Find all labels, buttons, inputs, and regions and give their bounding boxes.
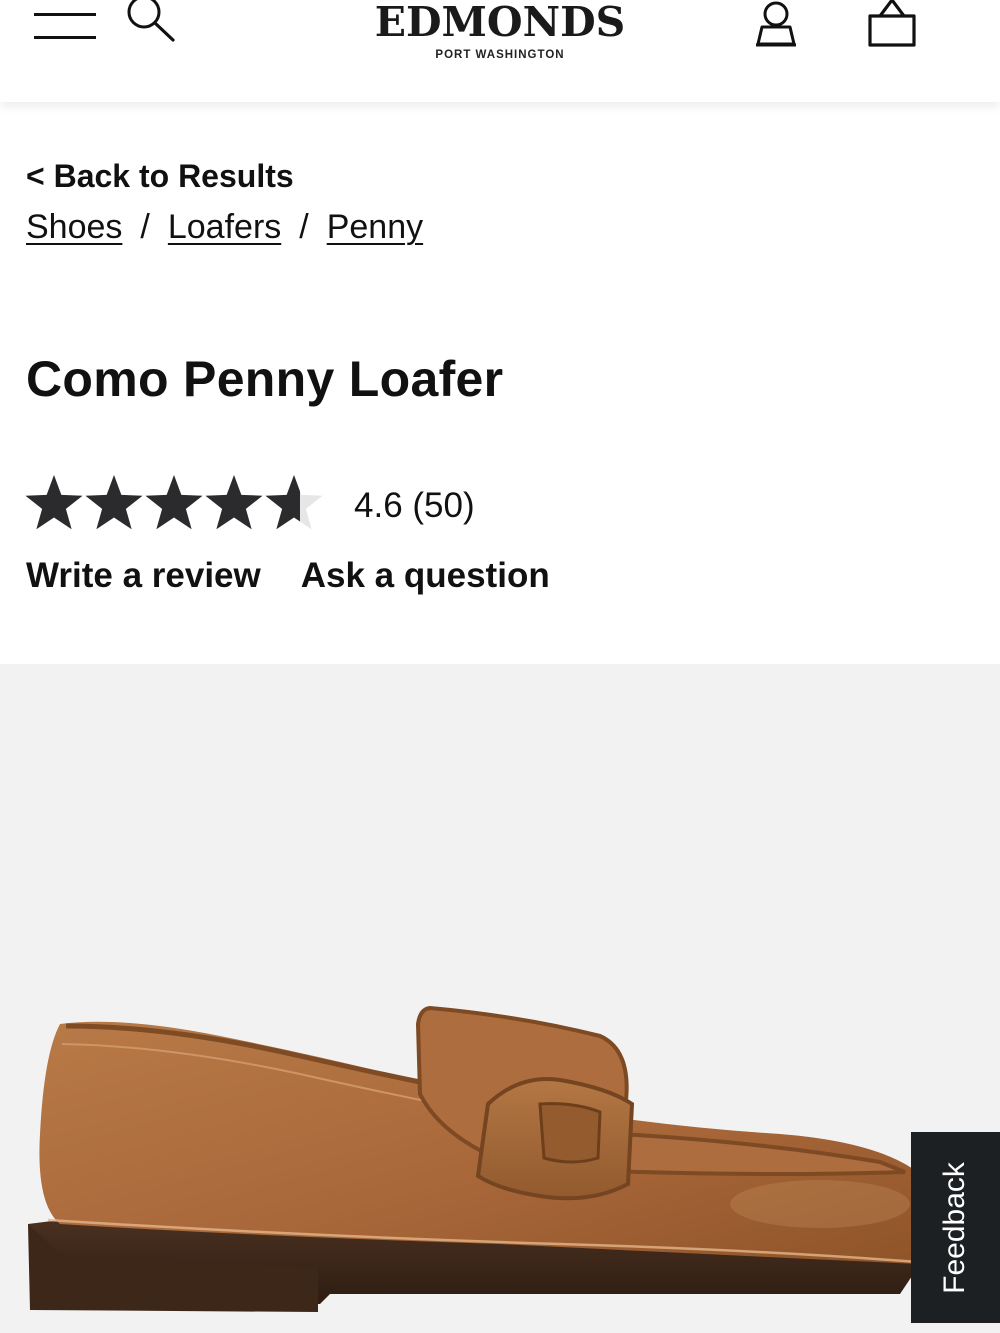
menu-button[interactable] (34, 8, 98, 44)
brand-subtitle: PORT WASHINGTON (435, 49, 565, 61)
star-rating[interactable] (24, 474, 334, 536)
search-button[interactable] (120, 0, 178, 44)
feedback-label: Feedback (938, 1162, 971, 1294)
back-to-results-link[interactable]: < Back to Results (26, 158, 294, 195)
breadcrumb: Shoes / Loafers / Penny (26, 208, 423, 248)
star-icon (265, 475, 323, 530)
shopping-bag-button[interactable] (862, 0, 922, 50)
brand-name: EDMONDS (374, 0, 626, 46)
brand-logo[interactable]: EDMONDS PORT WASHINGTON (300, 0, 700, 70)
feedback-tab[interactable]: Feedback (911, 1132, 1000, 1323)
star-icon (145, 475, 203, 530)
ask-question-link[interactable]: Ask a question (301, 556, 550, 595)
account-icon (756, 1, 796, 47)
breadcrumb-loafers[interactable]: Loafers (168, 208, 281, 246)
star-icon (205, 475, 263, 530)
review-actions: Write a review Ask a question (26, 556, 550, 596)
product-title: Como Penny Loafer (26, 351, 504, 407)
star-icon (85, 475, 143, 530)
shopping-bag-icon (868, 0, 916, 47)
search-icon (127, 0, 175, 42)
write-review-link[interactable]: Write a review (26, 556, 261, 595)
breadcrumb-penny[interactable]: Penny (327, 208, 423, 246)
menu-icon (34, 13, 96, 39)
rating-count[interactable]: 4.6 (50) (354, 486, 475, 526)
star-icon (25, 475, 83, 530)
breadcrumb-separator: / (299, 208, 309, 246)
product-image-container[interactable] (0, 664, 1000, 1333)
breadcrumb-separator: / (140, 208, 150, 246)
account-button[interactable] (748, 0, 804, 50)
site-header: EDMONDS PORT WASHINGTON (0, 0, 1000, 102)
breadcrumb-shoes[interactable]: Shoes (26, 208, 122, 246)
penny-loafer-shoe-image (28, 1005, 920, 1312)
rating-summary: 4.6 (50) (24, 474, 584, 536)
